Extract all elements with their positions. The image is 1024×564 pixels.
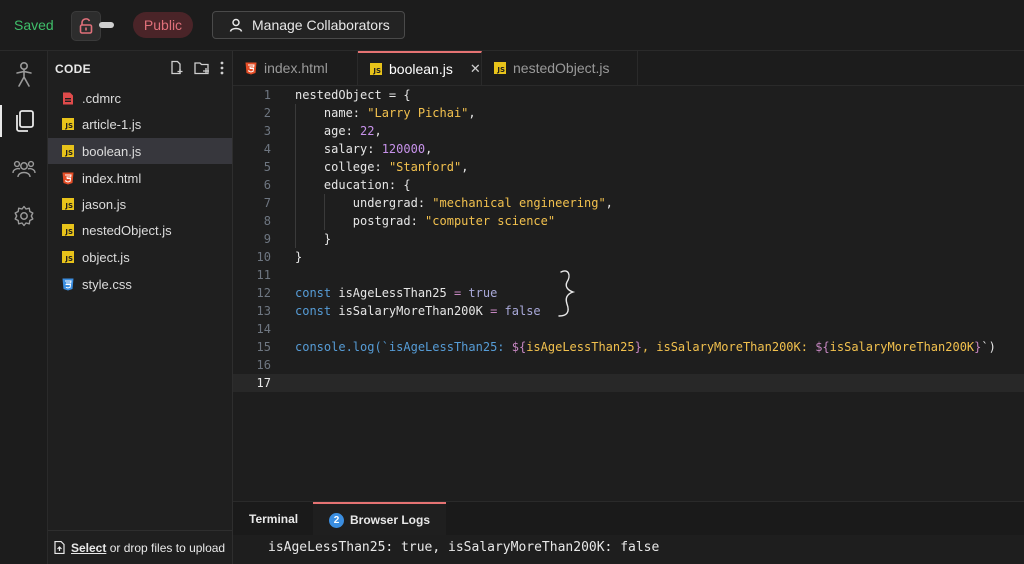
code-line: 2 name: "Larry Pichai",: [263, 106, 476, 120]
code-line: 16: [256, 358, 271, 372]
file-explorer: CODE .cdmrc JS article-1.js JS boolean.j…: [48, 51, 233, 564]
activity-runner[interactable]: [0, 55, 47, 95]
js-file-icon: JS: [62, 118, 74, 130]
file-name: .cdmrc: [82, 90, 121, 106]
activity-settings[interactable]: [0, 196, 47, 236]
code-line: 15 console.log(`isAgeLessThan25: ${isAgeL…: [256, 340, 996, 354]
config-file-icon: [63, 92, 73, 104]
saved-status: Saved: [14, 17, 54, 33]
file-item[interactable]: style.css: [48, 271, 232, 297]
html-file-icon: [62, 172, 74, 184]
code-editor[interactable]: 1 nestedObject = { 2 name: "Larry Pichai"…: [233, 86, 1024, 500]
upload-area[interactable]: Select or drop files to upload: [48, 530, 232, 564]
settings-icon: [14, 205, 33, 227]
more-options-icon[interactable]: [220, 61, 224, 75]
unlock-icon: [79, 18, 93, 34]
upload-select-link[interactable]: Select: [71, 541, 106, 555]
explorer-title: CODE: [55, 62, 91, 76]
explorer-actions: [169, 60, 224, 75]
tab-nestedobject-js[interactable]: JS nestedObject.js: [482, 51, 638, 85]
upload-file-icon: [54, 541, 65, 554]
code-line-current: 17: [233, 374, 1024, 392]
code-line: 5 college: "Stanford",: [263, 160, 469, 174]
code-line: 4 salary: 120000,: [263, 142, 433, 156]
tab-browser-logs-label: Browser Logs: [350, 513, 431, 527]
file-name: object.js: [82, 249, 130, 265]
editor-tabs: index.html JS boolean.js ✕ JS nestedObje…: [233, 51, 1024, 86]
file-item[interactable]: JS jason.js: [48, 191, 232, 217]
code-line: 7 undergrad: "mechanical engineering",: [263, 196, 613, 210]
manage-collaborators-button[interactable]: Manage Collaborators: [212, 11, 405, 39]
file-name: jason.js: [82, 196, 127, 212]
browser-logs-count-badge: 2: [329, 512, 344, 528]
terminal-panel-tabs: Terminal 2 Browser Logs: [233, 501, 1024, 536]
js-file-icon: JS: [62, 145, 74, 157]
code-line: 1 nestedObject = {: [263, 88, 411, 102]
manage-collaborators-label: Manage Collaborators: [252, 17, 390, 33]
code-line: 3 age: 22,: [263, 124, 382, 138]
code-line: 12 const isAgeLessThan25 = true: [256, 286, 498, 300]
file-item-active[interactable]: JS boolean.js: [48, 138, 232, 164]
js-file-icon: JS: [62, 224, 74, 236]
new-folder-icon[interactable]: [194, 61, 210, 75]
file-item[interactable]: index.html: [48, 165, 232, 191]
file-item[interactable]: JS article-1.js: [48, 111, 232, 137]
collaborators-icon: [11, 160, 36, 178]
js-file-icon: JS: [370, 63, 382, 75]
tab-boolean-js[interactable]: JS boolean.js ✕: [358, 51, 482, 85]
file-name: style.css: [82, 276, 132, 292]
hand-drawn-brace-annotation: [558, 270, 576, 317]
tab-label: nestedObject.js: [513, 60, 610, 76]
file-name: article-1.js: [82, 116, 142, 132]
activity-bar: [0, 51, 48, 564]
file-item[interactable]: .cdmrc: [48, 85, 232, 111]
file-item[interactable]: JS nestedObject.js: [48, 217, 232, 243]
activity-collaborators[interactable]: [0, 149, 47, 189]
code-line: 13 const isSalaryMoreThan200K = false: [256, 304, 541, 318]
runner-icon: [15, 61, 32, 87]
tab-terminal[interactable]: Terminal: [233, 502, 314, 536]
file-name: nestedObject.js: [82, 222, 172, 238]
code-line: 10}: [256, 250, 303, 264]
code-line: 9 }: [263, 232, 332, 246]
tab-terminal-label: Terminal: [249, 512, 299, 526]
browser-logs-output: isAgeLessThan25: true, isSalaryMoreThan2…: [233, 535, 1024, 564]
top-bar: Saved Public Manage Collaborators: [0, 0, 1024, 51]
css-file-icon: [62, 278, 74, 290]
tab-index-html[interactable]: index.html: [233, 51, 358, 85]
file-name: index.html: [82, 170, 142, 186]
log-line: isAgeLessThan25: true, isSalaryMoreThan2…: [268, 540, 660, 555]
user-icon: [229, 18, 243, 32]
tab-label: boolean.js: [389, 61, 453, 77]
js-file-icon: JS: [62, 198, 74, 210]
tab-browser-logs[interactable]: 2 Browser Logs: [313, 502, 447, 536]
activity-files[interactable]: [0, 101, 47, 141]
html-file-icon: [245, 62, 257, 74]
tab-label: index.html: [264, 60, 328, 76]
new-file-icon[interactable]: [169, 60, 184, 75]
upload-hint: or drop files to upload: [109, 540, 226, 555]
code-line: 14: [256, 322, 271, 336]
file-item[interactable]: JS object.js: [48, 244, 232, 270]
code-line: 11: [256, 268, 271, 282]
js-file-icon: JS: [62, 251, 74, 263]
close-tab-icon[interactable]: ✕: [470, 61, 481, 77]
files-icon: [15, 110, 34, 132]
code-line: 6 education: {: [263, 178, 411, 192]
code-line: 8 postgrad: "computer science": [263, 214, 556, 228]
file-name: boolean.js: [82, 143, 142, 159]
visibility-toggle-track[interactable]: [99, 22, 114, 28]
public-badge[interactable]: Public: [133, 12, 193, 38]
lock-toggle-button[interactable]: [71, 11, 101, 41]
js-file-icon: JS: [494, 62, 506, 74]
